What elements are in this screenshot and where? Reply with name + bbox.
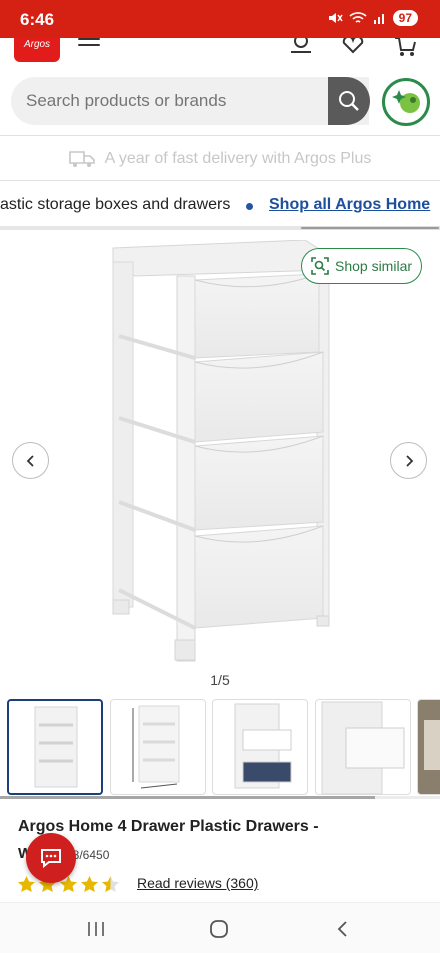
drawer-2: [194, 351, 324, 443]
previous-image-button[interactable]: [12, 442, 49, 479]
drawer-3: [194, 435, 324, 531]
search-bar: [11, 77, 369, 125]
rating-stars: [17, 875, 120, 893]
promo-text: A year of fast delivery with Argos Plus: [104, 150, 372, 167]
thumb-dimensions-view[interactable]: [110, 699, 206, 795]
recent-apps-button[interactable]: [84, 919, 108, 939]
battery-level: 97: [392, 10, 418, 26]
assistant-button[interactable]: [382, 78, 430, 126]
trolley-icon[interactable]: [392, 38, 418, 58]
delivery-van-icon: [68, 151, 95, 167]
chevron-right-icon: [405, 454, 413, 467]
breadcrumb: astic storage boxes and drawers Shop all…: [0, 192, 440, 218]
wifi-icon: [349, 12, 367, 23]
drawer-4: [194, 525, 324, 629]
divider: [0, 135, 440, 136]
divider: [0, 180, 440, 181]
menu-icon[interactable]: [78, 38, 100, 52]
thumbnail-scrollbar[interactable]: [0, 796, 440, 799]
system-nav-bar: [0, 902, 440, 953]
wishlist-heart-icon[interactable]: [340, 38, 366, 58]
status-time: 6:46: [20, 10, 55, 29]
recent-apps-icon: [88, 922, 104, 936]
product-title: Argos Home 4 Drawer Plastic Drawers -: [18, 818, 319, 835]
star-icon: [101, 875, 120, 893]
account-icon[interactable]: [288, 38, 314, 58]
search-input[interactable]: [26, 91, 326, 111]
breadcrumb-category[interactable]: astic storage boxes and drawers: [0, 196, 230, 214]
back-button[interactable]: [330, 919, 354, 939]
search-icon: [339, 91, 359, 111]
argos-logo[interactable]: Argos: [14, 38, 60, 62]
shop-similar-button[interactable]: Shop similar: [301, 248, 422, 284]
product-image[interactable]: [105, 240, 335, 665]
status-bar: 6:46 97: [0, 0, 440, 38]
back-icon: [337, 921, 347, 937]
star-icon: [17, 875, 36, 893]
thumb-lifestyle[interactable]: [417, 699, 440, 795]
next-image-button[interactable]: [390, 442, 427, 479]
drawer-1: [194, 273, 320, 359]
breadcrumb-separator-dot: [246, 203, 253, 210]
thumb-drawer-detail[interactable]: [315, 699, 411, 795]
thumbnail-scrollbar-thumb[interactable]: [0, 796, 375, 799]
read-reviews-link[interactable]: Read reviews (360): [137, 875, 258, 891]
image-counter: 1/5: [210, 672, 230, 688]
status-icons: 97: [327, 10, 418, 26]
shop-similar-label: Shop similar: [334, 258, 413, 274]
star-icon: [80, 875, 99, 893]
signal-icon: [373, 14, 384, 24]
home-button[interactable]: [207, 919, 231, 939]
chat-button[interactable]: [26, 833, 76, 883]
thumbnail-strip: [0, 699, 440, 795]
scrollbar-thumb[interactable]: [300, 226, 440, 230]
thumb-open-drawers[interactable]: [212, 699, 308, 795]
chevron-left-icon: [26, 454, 34, 467]
delivery-promo[interactable]: A year of fast delivery with Argos Plus: [0, 140, 440, 178]
assistant-sparkle-icon: [392, 90, 420, 113]
breadcrumb-scrollbar[interactable]: [0, 226, 440, 230]
shop-all-argos-home-link[interactable]: Shop all Argos Home: [269, 196, 430, 214]
scan-search-icon: [311, 257, 329, 275]
chat-icon: [41, 849, 61, 868]
app-header: Argos: [0, 38, 440, 68]
mute-icon: [328, 13, 343, 23]
thumb-front-view[interactable]: [7, 699, 103, 795]
home-icon: [210, 920, 228, 938]
